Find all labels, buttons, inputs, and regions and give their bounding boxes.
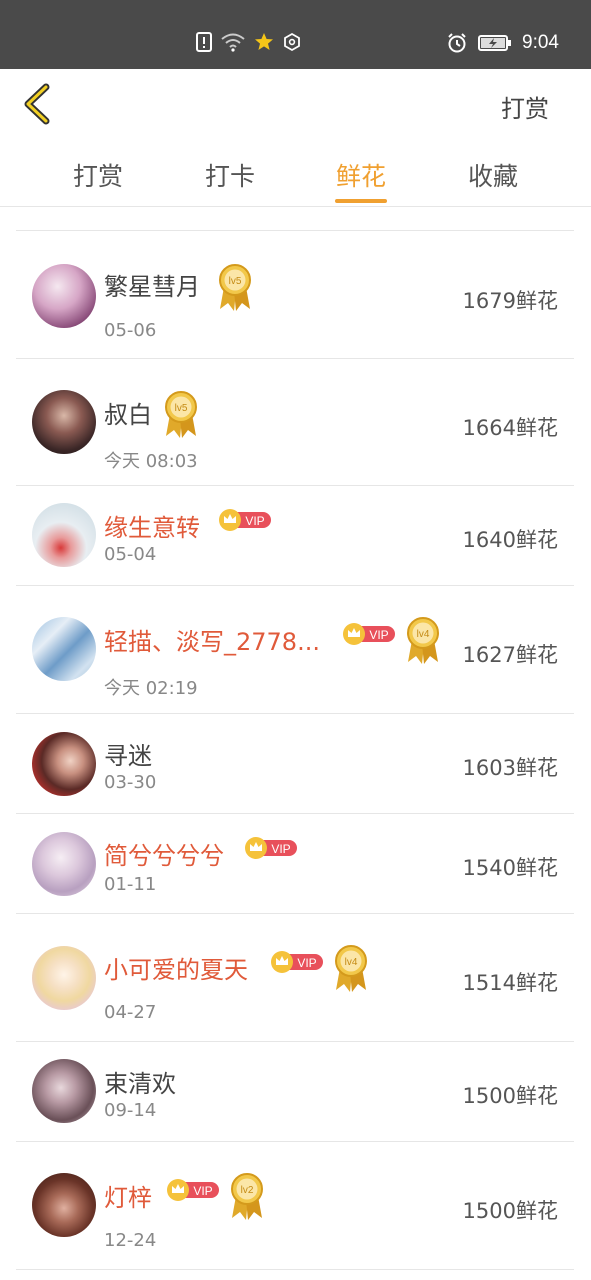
top-app-bar: 打赏 xyxy=(0,69,591,139)
vip-text: VIP xyxy=(297,956,316,970)
list-item[interactable]: 束清欢 09-14 1500鲜花 xyxy=(16,1042,574,1142)
flower-ranking-list: 繁星彗月 lv5 05-06 1679鲜花 叔白 lv5 今天 08:03 16… xyxy=(16,230,574,1270)
avatar xyxy=(32,503,96,567)
avatar xyxy=(32,732,96,796)
back-button[interactable] xyxy=(20,83,60,125)
vip-crown-badge-icon: VIP xyxy=(167,1179,219,1201)
level-text: lv4 xyxy=(417,629,430,640)
star-app-icon xyxy=(255,33,273,50)
gift-date: 09-14 xyxy=(104,1100,157,1121)
flower-amount: 1627鲜花 xyxy=(462,643,558,667)
list-item[interactable]: 轻描、淡写_2778... VIP lv4 今天 02:19 1627鲜花 xyxy=(16,586,574,714)
vip-text: VIP xyxy=(271,842,290,856)
flower-amount: 1664鲜花 xyxy=(462,416,558,440)
flower-amount: 1640鲜花 xyxy=(462,528,558,552)
list-item[interactable]: 小可爱的夏天 VIP lv4 04-27 1514鲜花 xyxy=(16,914,574,1042)
level-medal-icon: lv2 xyxy=(231,1173,263,1220)
active-tab-indicator xyxy=(335,199,387,203)
status-time: 9:04 xyxy=(522,32,559,53)
level-medal-icon: lv4 xyxy=(407,617,439,664)
avatar xyxy=(32,946,96,1010)
battery-charging-icon xyxy=(478,35,512,51)
level-medal-icon: lv5 xyxy=(219,264,251,311)
user-name: 叔白 xyxy=(104,401,152,429)
avatar xyxy=(32,390,96,454)
gift-date: 05-04 xyxy=(104,544,157,565)
flower-amount: 1500鲜花 xyxy=(462,1084,558,1108)
user-name: 寻迷 xyxy=(104,742,152,770)
level-medal-icon: lv4 xyxy=(335,945,367,992)
user-name: 小可爱的夏天 xyxy=(104,956,248,984)
gift-date: 今天 02:19 xyxy=(104,678,198,699)
vip-crown-badge-icon: VIP xyxy=(271,951,323,973)
gift-date: 今天 08:03 xyxy=(104,451,198,472)
user-name: 繁星彗月 xyxy=(104,273,200,301)
tab-checkin[interactable]: 打卡 xyxy=(190,157,270,193)
gift-date: 01-11 xyxy=(104,874,157,895)
gift-date: 03-30 xyxy=(104,772,157,793)
level-text: lv2 xyxy=(241,1185,254,1196)
list-item[interactable]: 繁星彗月 lv5 05-06 1679鲜花 xyxy=(16,231,574,359)
vip-crown-badge-icon: VIP xyxy=(245,837,297,859)
vip-crown-badge-icon: VIP xyxy=(219,509,271,531)
vip-crown-badge-icon: VIP xyxy=(343,623,395,645)
avatar xyxy=(32,832,96,896)
user-name: 束清欢 xyxy=(104,1070,176,1098)
vip-text: VIP xyxy=(245,514,264,528)
user-name: 简兮兮兮兮 xyxy=(104,842,224,870)
avatar xyxy=(32,617,96,681)
tab-bar: 打赏 打卡 鲜花 收藏 xyxy=(0,139,591,207)
avatar xyxy=(32,264,96,328)
level-text: lv5 xyxy=(175,403,188,414)
reward-action-button[interactable]: 打赏 xyxy=(501,89,549,124)
level-text: lv4 xyxy=(345,957,358,968)
user-name: 灯梓 xyxy=(104,1184,152,1212)
tab-reward[interactable]: 打赏 xyxy=(58,157,138,193)
list-item[interactable]: 寻迷 03-30 1603鲜花 xyxy=(16,714,574,814)
list-item[interactable]: 简兮兮兮兮 VIP 01-11 1540鲜花 xyxy=(16,814,574,914)
flower-amount: 1603鲜花 xyxy=(462,756,558,780)
flower-amount: 1679鲜花 xyxy=(462,289,558,313)
flower-amount: 1500鲜花 xyxy=(462,1199,558,1223)
level-text: lv5 xyxy=(229,276,242,287)
level-medal-icon: lv5 xyxy=(165,391,197,438)
tab-favorites[interactable]: 收藏 xyxy=(453,157,533,193)
gift-date: 12-24 xyxy=(104,1230,157,1251)
location-icon xyxy=(284,32,300,52)
flower-amount: 1514鲜花 xyxy=(462,971,558,995)
status-icons-right: 9:04 xyxy=(446,32,559,54)
wifi-icon xyxy=(221,33,245,52)
vip-text: VIP xyxy=(193,1184,212,1198)
chevron-left-icon xyxy=(24,83,50,125)
list-item[interactable]: 缘生意转 VIP 05-04 1640鲜花 xyxy=(16,486,574,586)
vip-text: VIP xyxy=(369,628,388,642)
user-name: 缘生意转 xyxy=(104,514,200,542)
gift-date: 05-06 xyxy=(104,320,157,341)
list-item[interactable]: 叔白 lv5 今天 08:03 1664鲜花 xyxy=(16,359,574,486)
alert-notification-icon xyxy=(196,32,212,52)
tab-flowers[interactable]: 鲜花 xyxy=(321,157,401,193)
status-bar: 9:04 xyxy=(0,0,591,69)
alarm-icon xyxy=(448,33,466,53)
status-icons-center xyxy=(196,32,302,52)
gift-date: 04-27 xyxy=(104,1002,157,1023)
avatar xyxy=(32,1173,96,1237)
user-name: 轻描、淡写_2778... xyxy=(104,628,320,656)
list-item[interactable]: 灯梓 VIP lv2 12-24 1500鲜花 xyxy=(16,1142,574,1270)
flower-amount: 1540鲜花 xyxy=(462,856,558,880)
avatar xyxy=(32,1059,96,1123)
